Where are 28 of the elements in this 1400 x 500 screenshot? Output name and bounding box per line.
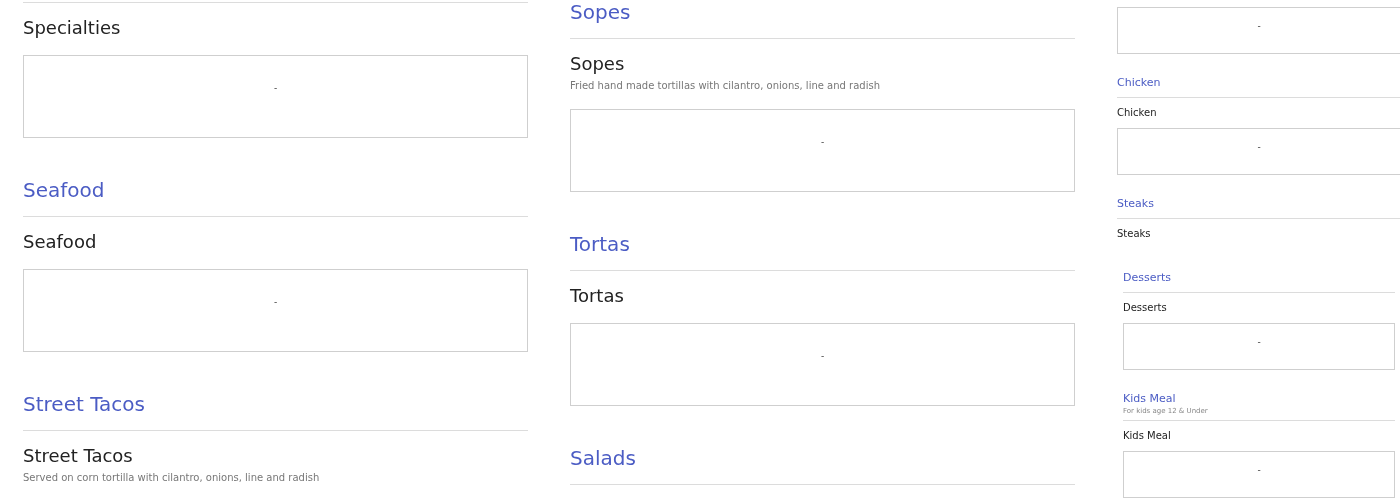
item-title: Seafood	[23, 231, 97, 253]
category-heading: Sopes	[570, 0, 631, 24]
category-heading: Kids Meal	[1123, 392, 1176, 406]
dash-text: -	[820, 137, 825, 147]
dash-text: -	[273, 83, 278, 93]
item-title: Steaks	[1117, 227, 1151, 241]
dash-text: -	[1257, 337, 1261, 347]
item-title: Desserts	[1123, 301, 1167, 315]
item-title: Chicken	[1117, 106, 1157, 120]
dash-text: -	[1257, 142, 1261, 152]
category-heading: Seafood	[23, 178, 105, 202]
dash-text: -	[1257, 21, 1261, 31]
item-description: Fried hand made tortillas with cilantro, onions, line and radish	[570, 79, 880, 93]
item-title: Kids Meal	[1123, 429, 1171, 443]
category-heading: Tortas	[570, 232, 630, 256]
category-heading: Street Tacos	[23, 392, 145, 416]
item-description: Served on corn tortilla with cilantro, onions, line and radish	[23, 471, 320, 485]
category-heading: Salads	[570, 446, 636, 470]
item-title: Street Tacos	[23, 445, 133, 467]
category-heading: Desserts	[1123, 271, 1172, 285]
dash-text: -	[273, 297, 278, 307]
category-heading: Chicken	[1117, 76, 1161, 90]
dash-text: -	[1257, 465, 1261, 475]
item-title: Sopes	[570, 53, 625, 75]
category-heading: Steaks	[1117, 197, 1154, 211]
dash-text: -	[820, 351, 825, 361]
item-title: Specialties	[23, 17, 121, 39]
item-title: Tortas	[570, 285, 624, 307]
